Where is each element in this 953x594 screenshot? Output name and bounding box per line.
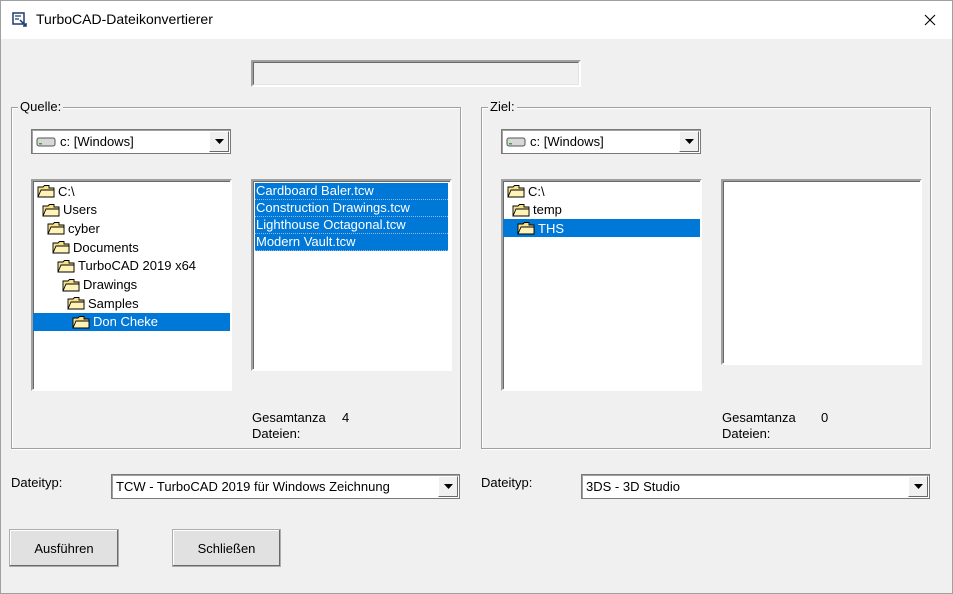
target-filetype-value: 3DS - 3D Studio (586, 479, 680, 494)
source-folder-label: TurboCAD 2019 x64 (78, 258, 197, 274)
drive-icon (506, 137, 526, 146)
chevron-down-icon[interactable] (209, 131, 229, 152)
window-title: TurboCAD-Dateikonvertierer (36, 11, 213, 27)
source-drive-select[interactable]: c: [Windows] (31, 129, 231, 154)
close-window-button[interactable] (907, 0, 953, 39)
folder-icon (37, 185, 55, 198)
drive-icon (36, 137, 56, 146)
folder-icon (517, 222, 535, 235)
source-group-label: Quelle: (18, 99, 64, 114)
source-folder-label: cyber (68, 220, 100, 236)
source-folder-label: C:\ (58, 183, 75, 199)
target-total-count: 0 (821, 410, 829, 425)
target-drive-select[interactable]: c: [Windows] (501, 129, 701, 154)
folder-icon (62, 278, 80, 291)
folder-icon (67, 297, 85, 310)
source-folder-label: Drawings (83, 277, 138, 292)
source-file-list[interactable]: Cardboard Baler.tcw Construction Drawings… (251, 179, 452, 371)
source-filetype-value: TCW - TurboCAD 2019 für Windows Zeichnun… (116, 479, 390, 494)
folder-icon (52, 241, 70, 254)
source-folder-item[interactable]: Drawings (62, 276, 137, 294)
source-filetype-select[interactable]: TCW - TurboCAD 2019 für Windows Zeichnun… (111, 474, 460, 499)
source-file-item[interactable]: Cardboard Baler.tcw (255, 183, 448, 200)
source-file-item[interactable]: Construction Drawings.tcw (255, 200, 448, 217)
source-folder-label: Samples (88, 295, 139, 311)
target-folder-item[interactable]: C:\ (507, 182, 545, 200)
folder-icon (72, 315, 90, 329)
source-folder-tree[interactable]: C:\ Users cyber Documents TurboCAD 2019 x64 D… (31, 179, 232, 391)
target-folder-item[interactable]: THS (503, 219, 700, 238)
folder-icon (507, 185, 525, 198)
chevron-down-icon[interactable] (679, 131, 699, 152)
app-icon (12, 12, 27, 27)
source-folder-item[interactable]: TurboCAD 2019 x64 (57, 257, 196, 275)
chevron-down-icon[interactable] (438, 476, 458, 497)
target-filetype-select[interactable]: 3DS - 3D Studio (581, 474, 930, 499)
target-group-label: Ziel: (488, 99, 517, 114)
folder-icon (512, 203, 530, 217)
progress-bar (251, 60, 581, 87)
source-folder-label: Don Cheke (93, 314, 159, 330)
target-file-list[interactable] (721, 179, 922, 365)
target-folder-label: temp (533, 202, 562, 218)
source-folder-item[interactable]: C:\ (37, 182, 75, 200)
close-button[interactable]: Schließen (172, 529, 281, 567)
close-icon (924, 14, 936, 25)
target-folder-tree[interactable]: C:\ temp THS (501, 179, 702, 391)
source-file-item[interactable]: Lighthouse Octagonal.tcw (255, 217, 448, 234)
source-filetype-label: Dateityp: (11, 475, 63, 490)
target-folder-item[interactable]: temp (512, 201, 562, 219)
target-drive-value: c: [Windows] (530, 134, 604, 149)
title-bar: TurboCAD-Dateikonvertierer (0, 0, 953, 39)
execute-button[interactable]: Ausführen (9, 529, 119, 567)
source-folder-item[interactable]: Users (42, 201, 97, 219)
target-folder-label: THS (538, 220, 564, 236)
source-total-count: 4 (342, 410, 350, 425)
target-filetype-label: Dateityp: (481, 475, 533, 490)
source-folder-label: Users (63, 202, 97, 218)
folder-icon (47, 222, 65, 235)
target-folder-label: C:\ (528, 183, 545, 199)
source-total-label: Gesamtanza Dateien: (252, 410, 326, 441)
source-file-item[interactable]: Modern Vault.tcw (255, 234, 448, 251)
source-folder-label: Documents (73, 239, 139, 255)
source-folder-item[interactable]: Documents (52, 238, 139, 256)
source-drive-value: c: [Windows] (60, 134, 134, 149)
folder-icon (42, 203, 60, 217)
target-total-label: Gesamtanza Dateien: (722, 410, 796, 441)
source-folder-item[interactable]: Don Cheke (33, 312, 230, 331)
chevron-down-icon[interactable] (908, 476, 928, 497)
source-folder-item[interactable]: cyber (47, 219, 100, 237)
folder-icon (57, 259, 75, 273)
source-folder-item[interactable]: Samples (67, 294, 139, 312)
